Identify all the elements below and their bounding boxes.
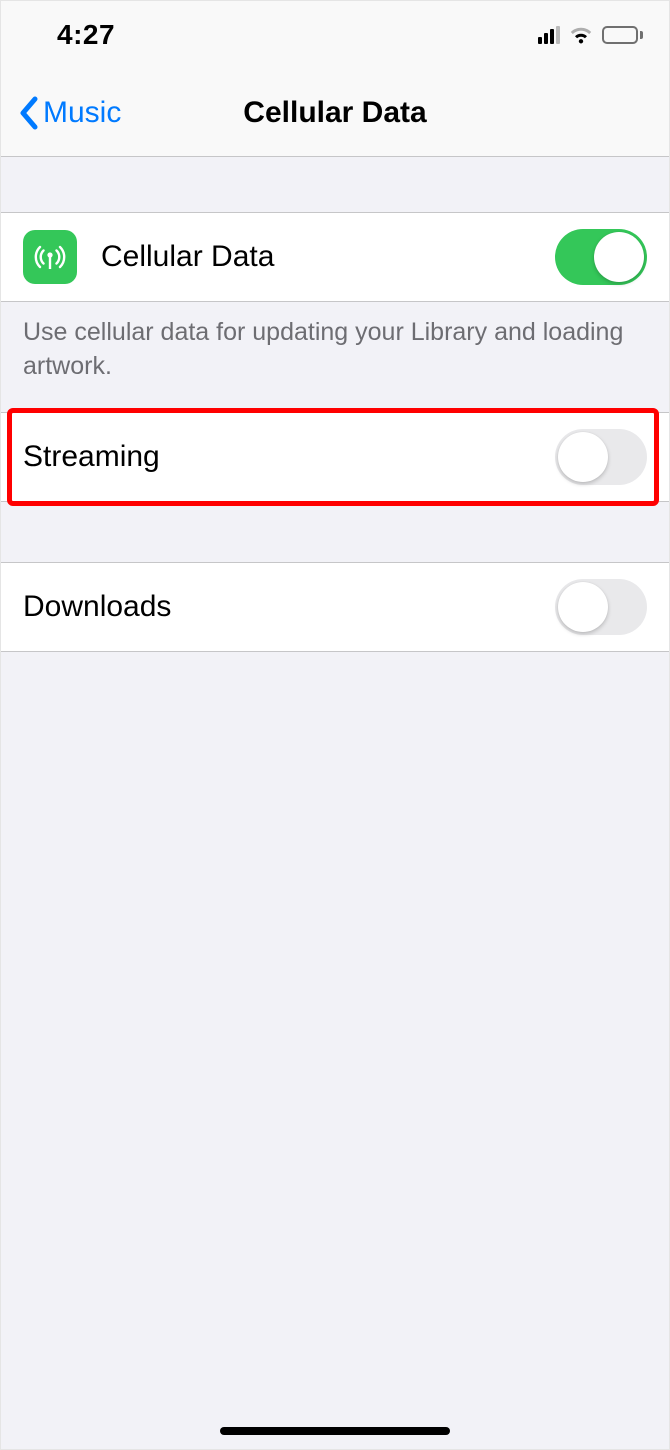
battery-icon <box>602 26 643 44</box>
antenna-icon <box>23 230 77 284</box>
cellular-data-label: Cellular Data <box>101 240 555 274</box>
cellular-data-row[interactable]: Cellular Data <box>1 212 669 302</box>
streaming-row[interactable]: Streaming <box>1 412 669 502</box>
chevron-left-icon <box>17 95 39 131</box>
streaming-toggle[interactable] <box>555 429 647 485</box>
cellular-data-footer: Use cellular data for updating your Libr… <box>1 302 669 384</box>
wifi-icon <box>568 25 594 45</box>
status-bar: 4:27 <box>1 1 669 69</box>
back-button[interactable]: Music <box>1 95 121 131</box>
home-indicator[interactable] <box>220 1427 450 1435</box>
navigation-bar: Music Cellular Data <box>1 69 669 157</box>
cellular-data-toggle[interactable] <box>555 229 647 285</box>
downloads-toggle[interactable] <box>555 579 647 635</box>
cellular-signal-icon <box>538 26 560 44</box>
settings-content: Cellular Data Use cellular data for upda… <box>1 157 669 1449</box>
status-indicators <box>538 25 643 45</box>
streaming-label: Streaming <box>23 440 555 474</box>
downloads-label: Downloads <box>23 590 555 624</box>
back-label: Music <box>43 96 121 130</box>
downloads-row[interactable]: Downloads <box>1 562 669 652</box>
status-time: 4:27 <box>27 19 115 51</box>
